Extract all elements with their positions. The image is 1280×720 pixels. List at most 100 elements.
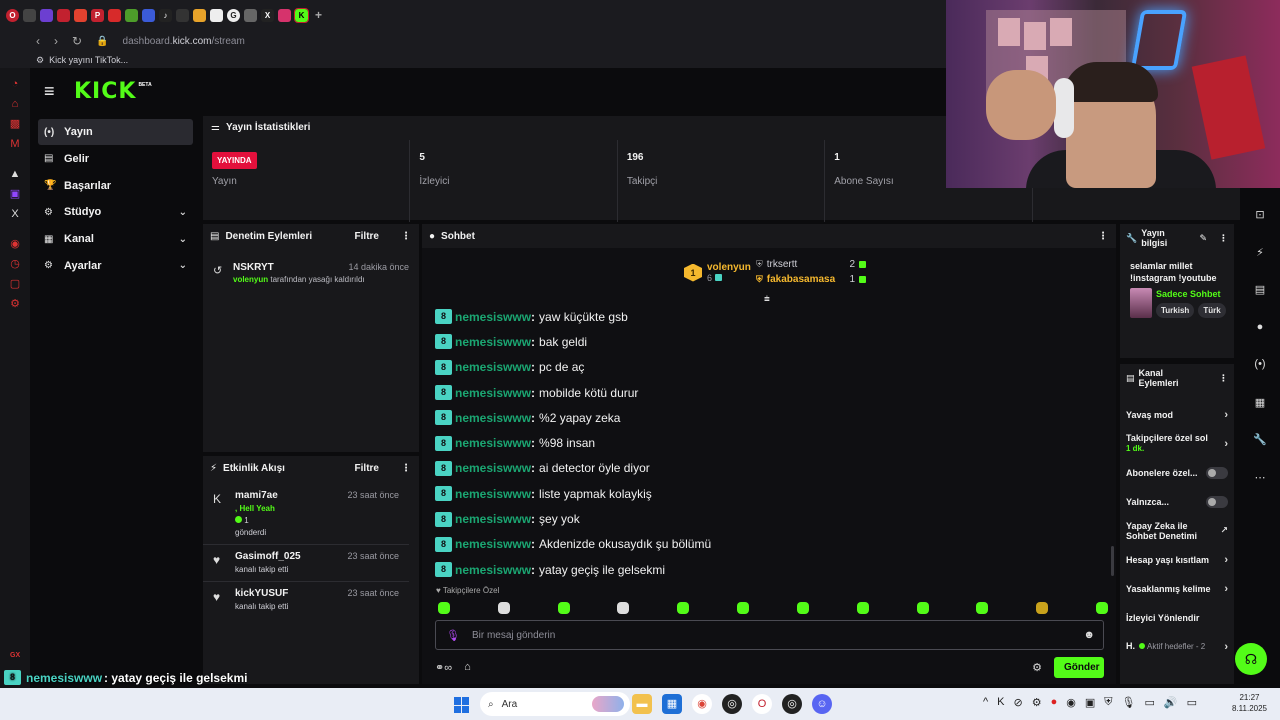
stream-tag[interactable]: Türk xyxy=(1198,302,1226,318)
file-explorer-icon[interactable]: ▬ xyxy=(632,694,652,714)
emote-icon[interactable] xyxy=(856,602,869,614)
channel-action-item[interactable]: Hesap yaşı kısıtlam › xyxy=(1120,545,1234,574)
chat-username[interactable]: nemesiswww xyxy=(455,487,531,501)
emote-icon[interactable] xyxy=(617,602,630,614)
emote-icon[interactable] xyxy=(677,602,690,614)
google-icon[interactable]: G xyxy=(227,8,240,22)
wrench-icon[interactable]: 🔧 xyxy=(1253,433,1267,471)
twitch-icon[interactable]: ▣ xyxy=(9,188,21,200)
x-side-icon[interactable]: X xyxy=(9,208,21,220)
nav-item-4[interactable]: ▦ Kanal ⌄ xyxy=(38,226,193,252)
opera-icon[interactable]: O xyxy=(752,694,772,714)
category-thumbnail[interactable] xyxy=(1130,288,1152,318)
chat-icon[interactable]: ● xyxy=(1257,321,1264,359)
tab-icon[interactable] xyxy=(176,8,189,22)
record-icon[interactable]: ● xyxy=(1051,696,1058,709)
kick-side-icon[interactable]: ▲ xyxy=(9,168,21,180)
activity-user[interactable]: kickYUSUF xyxy=(235,588,288,599)
bookmark-item[interactable]: Kick yayını TikTok... xyxy=(49,55,128,65)
scan-icon[interactable]: ⊡ xyxy=(1255,208,1264,246)
chat-scrollbar[interactable] xyxy=(1111,546,1114,576)
emote-icon[interactable] xyxy=(438,602,450,614)
activity-filter-button[interactable]: Filtre xyxy=(355,463,379,474)
kick-tab-icon[interactable]: K xyxy=(294,7,309,23)
tab-icon[interactable] xyxy=(108,8,121,22)
send-button[interactable]: Gönder xyxy=(1054,656,1104,678)
windows-start-icon[interactable] xyxy=(454,697,470,713)
chat-message[interactable]: 8 nemesiswww: mobilde kötü durur xyxy=(435,380,1095,405)
chat-username[interactable]: nemesiswww xyxy=(455,512,531,526)
mic-tray-icon[interactable]: 🎙 xyxy=(1122,696,1136,709)
stream-category[interactable]: Sadece Sohbet xyxy=(1156,289,1222,299)
activity-event[interactable]: Kmami7ae 23 saat önce , Hell Yeah 1 gönderd… xyxy=(203,484,409,545)
speed-dial-icon[interactable]: ◔ xyxy=(9,78,21,90)
battery-icon[interactable]: ▭ xyxy=(1187,696,1197,709)
obs-icon[interactable]: ◎ xyxy=(722,694,742,714)
toggle-switch[interactable] xyxy=(1206,466,1228,479)
nav-item-5[interactable]: ⚙ Ayarlar ⌄ xyxy=(38,253,193,279)
chat-username[interactable]: nemesiswww xyxy=(455,360,531,374)
broadcast-icon[interactable]: (•) xyxy=(1254,358,1265,396)
emote-icon[interactable] xyxy=(737,602,750,614)
chat-settings-icon[interactable]: ⚙ xyxy=(1032,661,1042,674)
chat-username[interactable]: nemesiswww xyxy=(455,537,531,551)
kick-logo[interactable]: KICK xyxy=(74,79,136,104)
bolt-icon[interactable]: ⚡ xyxy=(1256,246,1264,284)
chevron-down-icon[interactable]: ⌄ xyxy=(179,234,187,245)
emote-icon[interactable] xyxy=(557,602,570,614)
channel-action-item[interactable]: H. Aktif hedefler - 2 › xyxy=(1120,632,1234,661)
chat-message[interactable]: 8 nemesiswww: %2 yapay zeka xyxy=(435,405,1095,430)
chat-username[interactable]: nemesiswww xyxy=(455,335,531,349)
tab-icon[interactable] xyxy=(193,8,206,22)
kick-tray-icon[interactable]: K xyxy=(997,696,1004,709)
discord-icon[interactable]: ☺ xyxy=(812,694,832,714)
tab-icon[interactable] xyxy=(125,8,138,22)
tab-icon[interactable] xyxy=(210,8,223,22)
moderation-user[interactable]: NSKRYT xyxy=(233,262,274,273)
chevron-right-icon[interactable]: › xyxy=(1224,583,1228,595)
chat-message[interactable]: 8 nemesiswww: bak geldi xyxy=(435,329,1095,354)
instagram-icon[interactable] xyxy=(278,8,291,22)
nav-item-1[interactable]: ▤ Gelir xyxy=(38,146,193,172)
tab-icon[interactable] xyxy=(74,8,87,22)
channel-action-item[interactable]: Yavaş mod › xyxy=(1120,400,1234,429)
microphone-icon[interactable]: 🎙 xyxy=(446,629,460,642)
opera-gx-icon[interactable]: O xyxy=(6,8,19,22)
box-icon[interactable]: ▢ xyxy=(9,278,21,290)
reload-icon[interactable]: ↻ xyxy=(72,34,82,48)
emote-icon[interactable] xyxy=(1036,602,1049,614)
forward-icon[interactable]: › xyxy=(54,34,58,48)
chat-username[interactable]: nemesiswww xyxy=(455,386,531,400)
edit-icon[interactable]: ✎ xyxy=(1199,233,1207,244)
emote-icon[interactable] xyxy=(916,602,929,614)
history-icon[interactable]: ◷ xyxy=(9,258,21,270)
chat-message[interactable]: 8 nemesiswww: ai detector öyle diyor xyxy=(435,456,1095,481)
nav-item-0[interactable]: (•) Yayın xyxy=(38,119,193,145)
new-tab-icon[interactable]: + xyxy=(312,8,325,22)
activity-user[interactable]: Gasimoff_025 xyxy=(235,551,301,562)
tiktok-icon[interactable]: ♪ xyxy=(159,8,172,22)
nav-item-3[interactable]: ⚙ Stüdyo ⌄ xyxy=(38,199,193,225)
emote-icon[interactable] xyxy=(497,602,510,614)
tab-icon[interactable] xyxy=(57,8,70,22)
tab-icon[interactable] xyxy=(40,8,53,22)
channel-action-item[interactable]: Abonelere özel... xyxy=(1120,458,1234,487)
gpu-icon[interactable]: ▣ xyxy=(1085,696,1095,709)
channel-action-item[interactable]: Yapay Zeka ile Sohbet Denetimi ↗ xyxy=(1120,516,1234,545)
player-icon[interactable]: ◉ xyxy=(9,238,21,250)
volume-icon[interactable]: 🔊 xyxy=(1164,696,1178,709)
more-options-icon[interactable]: ⋮ xyxy=(401,463,411,474)
more-options-icon[interactable]: ⋮ xyxy=(1219,373,1228,384)
tab-icon[interactable] xyxy=(244,8,257,22)
game-icon[interactable]: ▩ xyxy=(9,118,21,130)
external-link-icon[interactable]: ↗ xyxy=(1220,525,1228,536)
security-icon[interactable]: ⛨ xyxy=(1104,696,1112,709)
more-options-icon[interactable]: ⋮ xyxy=(1219,233,1228,244)
taskbar-search[interactable]: ⌕ Ara xyxy=(480,692,630,716)
emoji-icon[interactable]: ☻ xyxy=(1083,629,1095,641)
moderation-filter-button[interactable]: Filtre xyxy=(355,231,379,242)
chevron-up-icon[interactable]: ^ xyxy=(983,696,988,709)
chat-message[interactable]: 8 nemesiswww: şey yok xyxy=(435,506,1095,531)
back-icon[interactable]: ‹ xyxy=(36,34,40,48)
toggle-switch[interactable] xyxy=(1206,495,1228,508)
